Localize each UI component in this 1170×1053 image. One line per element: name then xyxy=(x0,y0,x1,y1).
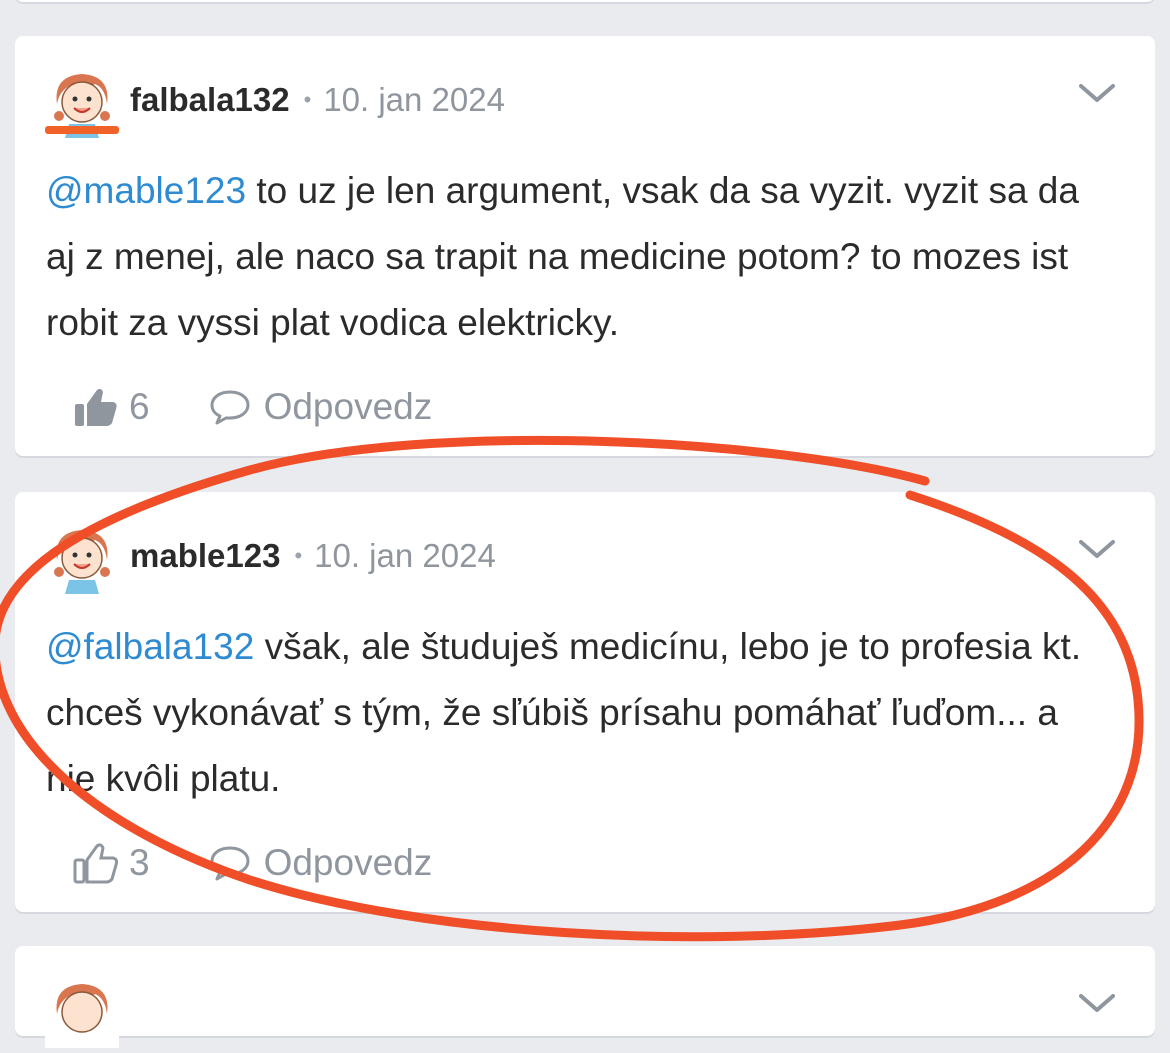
meta-separator: • xyxy=(303,87,312,112)
comment-card xyxy=(15,946,1155,1048)
comment-card: mable123 • 10. jan 2024 @falbala132 však… xyxy=(15,492,1155,912)
like-button[interactable]: 3 xyxy=(73,840,150,886)
like-count: 3 xyxy=(129,842,150,883)
avatar[interactable] xyxy=(45,520,119,594)
comment-date: 10. jan 2024 xyxy=(323,81,505,118)
reply-button[interactable]: Odpovedz xyxy=(208,842,433,884)
comment-date: 10. jan 2024 xyxy=(314,537,496,574)
thumbs-up-icon xyxy=(75,388,117,426)
thumbs-up-icon xyxy=(73,843,119,884)
avatar[interactable] xyxy=(45,64,119,138)
comment-text: @mable123 to uz je len argument, vsak da… xyxy=(46,158,1115,356)
reply-label: Odpovedz xyxy=(263,386,433,427)
chevron-down-icon[interactable] xyxy=(1077,78,1117,108)
speech-bubble-icon xyxy=(210,846,250,881)
comment-card: falbala132 • 10. jan 2024 @mable123 to u… xyxy=(15,36,1155,456)
chevron-down-icon[interactable] xyxy=(1077,988,1117,1018)
meta-separator: • xyxy=(294,543,303,568)
chevron-down-icon[interactable] xyxy=(1077,534,1117,564)
speech-bubble-icon xyxy=(210,390,250,425)
avatar[interactable] xyxy=(45,974,119,1048)
like-button[interactable]: 6 xyxy=(73,384,150,430)
comment-text: @falbala132 však, ale študuješ medicínu,… xyxy=(46,614,1115,812)
previous-comment-card xyxy=(15,0,1155,2)
reply-label: Odpovedz xyxy=(263,842,433,883)
comment-username[interactable]: mable123 xyxy=(130,537,280,575)
comment-username[interactable]: falbala132 xyxy=(130,81,290,119)
reply-button[interactable]: Odpovedz xyxy=(208,386,433,428)
comment-mention[interactable]: @mable123 xyxy=(46,170,246,211)
like-count: 6 xyxy=(129,386,150,427)
comment-mention[interactable]: @falbala132 xyxy=(46,626,254,667)
